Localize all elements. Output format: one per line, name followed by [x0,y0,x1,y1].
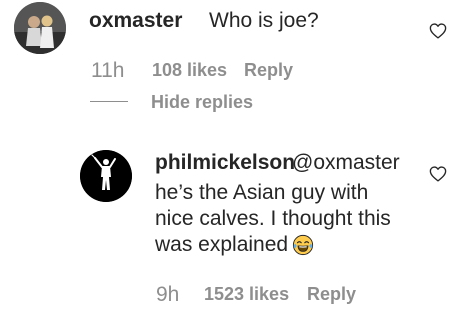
golfer-logo-icon [80,150,132,202]
reply-timestamp[interactable]: 9h [156,284,179,305]
reply-reply-button[interactable]: Reply [307,285,356,303]
avatar-photo [14,2,66,54]
hide-replies-button[interactable]: Hide replies [151,93,253,111]
heart-outline-icon[interactable] [429,166,447,182]
reply-mention-link[interactable]: @oxmaster [292,152,400,173]
reply-button[interactable]: Reply [244,61,293,79]
comment-like-count[interactable]: 108 likes [152,61,227,79]
reply-username[interactable]: philmickelson [155,152,295,173]
reply-like-count[interactable]: 1523 likes [204,285,289,303]
comment-text: Who is joe? [209,9,319,32]
avatar-oxmaster[interactable] [14,2,66,54]
replies-divider [90,101,128,102]
comment-username[interactable]: oxmaster [89,10,182,31]
comments-thread: oxmaster Who is joe? 11h 108 likes Reply… [0,0,460,312]
reply-text-line: he’s the Asian guy with [155,181,369,204]
avatar-philmickelson[interactable] [80,150,132,202]
comment-timestamp[interactable]: 11h [91,60,124,81]
tears-of-joy-emoji-icon [292,234,314,256]
reply-text-line: nice calves. I thought this [155,207,391,230]
heart-outline-icon[interactable] [429,23,447,39]
reply-text-line: was explained [155,233,289,256]
